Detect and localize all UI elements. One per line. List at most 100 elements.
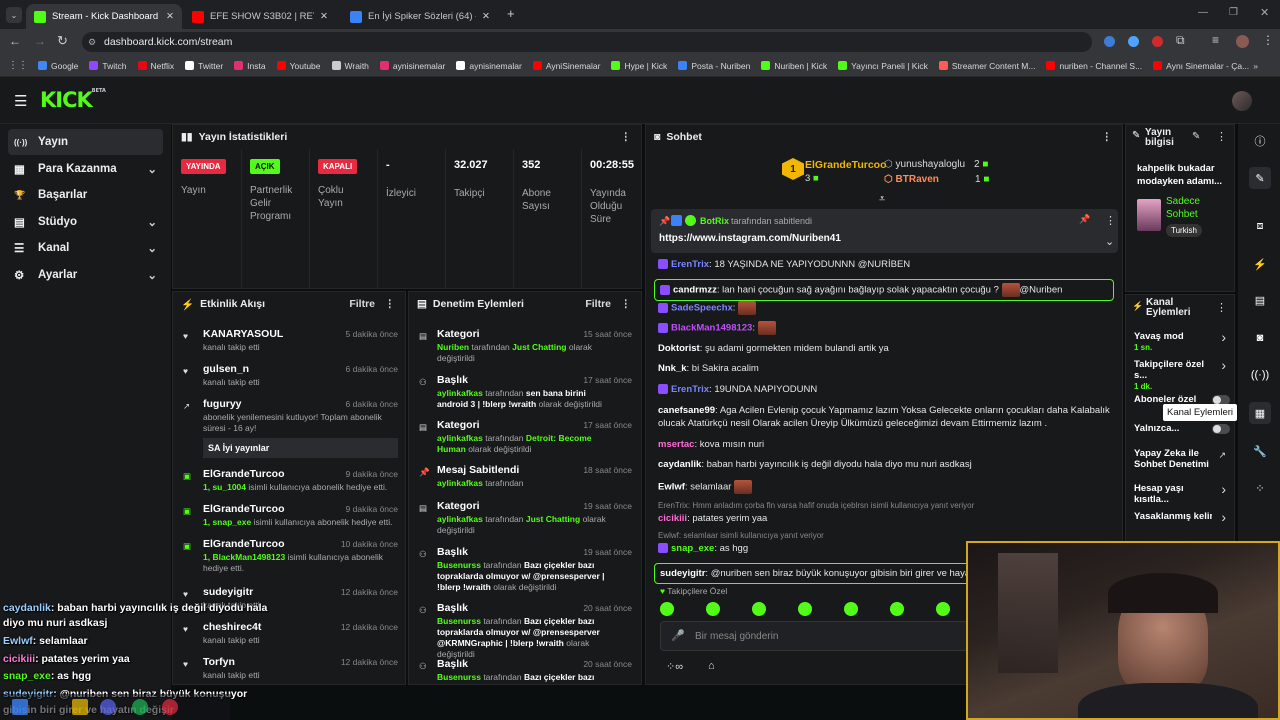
more-options-icon[interactable]: ⋮	[1105, 214, 1116, 227]
chat-username[interactable]: candrmzz	[673, 285, 717, 296]
profile-avatar[interactable]	[1236, 35, 1249, 48]
kick-emote-icon[interactable]	[752, 602, 766, 616]
activity-item[interactable]: ▣ ElGrandeTurcoo 1, su_1004 isimli kullanı…	[183, 468, 398, 493]
sidebar-item-ayarlar[interactable]: ⚙ Ayarlar ⌄	[8, 262, 163, 288]
chat-username[interactable]: snap_exe	[671, 543, 714, 554]
spotify-icon[interactable]	[132, 699, 148, 715]
chat-username[interactable]: canefsane99	[658, 405, 715, 416]
channel-action-item[interactable]: Takipçilere özel s... 1 dk. ›	[1134, 357, 1230, 391]
expand-leaderboard-icon[interactable]: ⩡	[879, 193, 885, 206]
sidebar-item-basarilar[interactable]: 🏆 Başarılar	[8, 182, 163, 208]
chat-message[interactable]: SadeSpeechx:	[658, 301, 1118, 315]
chat-message[interactable]: BlackMan1498123:	[658, 321, 1118, 335]
address-bar[interactable]: ⚙ dashboard.kick.com/stream	[82, 32, 1092, 52]
chat-username[interactable]: Doktorist	[658, 343, 700, 354]
chat-message[interactable]: candrmzz: lan hani çocuğun sağ ayağını b…	[654, 279, 1114, 301]
store-icon[interactable]: ⌂	[708, 660, 715, 672]
chat-username[interactable]: cicikiii	[658, 513, 687, 524]
browser-menu-icon[interactable]: ⋮	[1262, 33, 1274, 47]
filter-button[interactable]: Filtre	[585, 298, 611, 310]
camera-icon[interactable]: ⧈	[1249, 215, 1271, 237]
activity-item[interactable]: ♥ gulsen_n kanalı takip etti 6 dakika önce	[183, 363, 398, 388]
more-options-icon[interactable]: ⋮	[621, 131, 632, 143]
moderation-item[interactable]: ⚇ Başlık Busenurss tarafından Bazı çiçekle…	[417, 658, 632, 683]
kick-logo[interactable]: KICKBETA	[40, 88, 106, 112]
chat-message[interactable]: caydanlik: baban harbi yayıncılık iş değ…	[658, 458, 1118, 471]
toggle-switch[interactable]	[1212, 424, 1230, 434]
bookmark-item[interactable]: Posta - Nuriben	[678, 61, 750, 71]
close-tab-icon[interactable]: ✕	[166, 11, 174, 22]
chat-message[interactable]: msertac: kova mısın nuri	[658, 438, 1118, 451]
sidebar-item-yayin[interactable]: ((·)) Yayın	[8, 129, 163, 155]
chat-message[interactable]: Ewlwf: selamlaar	[658, 480, 1118, 494]
unpin-icon[interactable]: 📌	[1079, 214, 1090, 225]
tab-kick-dashboard[interactable]: Stream - Kick Dashboard ✕	[26, 4, 182, 29]
more-options-icon[interactable]: ⋮	[1216, 301, 1227, 314]
kick-emote-icon[interactable]	[890, 602, 904, 616]
edit-icon[interactable]: ✎	[1192, 131, 1200, 142]
filter-button[interactable]: Filtre	[349, 298, 375, 310]
channel-action-item[interactable]: Yapay Zeka ile Sohbet Denetimi ↗	[1134, 448, 1230, 470]
minimize-window-icon[interactable]: —	[1198, 7, 1208, 18]
bookmark-item[interactable]: AyniSinemalar	[532, 61, 600, 71]
channel-action-item[interactable]: Hesap yaşı kısıtla... ›	[1134, 481, 1230, 505]
chat-username[interactable]: ErenTrix	[671, 384, 709, 395]
apps-grid-icon[interactable]: ⋮⋮	[8, 60, 28, 71]
chat-reply-context[interactable]: ErenTrix: Hmm anladım çorba fln varsa ha…	[658, 499, 1118, 512]
moderation-item[interactable]: ▤ Kategori aylinkafkas tarafından Just Cha…	[417, 500, 632, 536]
bookmark-item[interactable]: nuriben - Channel S...	[1046, 61, 1142, 71]
broadcast-icon[interactable]: ((·))	[1249, 364, 1271, 386]
pencil-icon[interactable]: ✎	[1249, 167, 1271, 189]
chat-username[interactable]: Nnk_k	[658, 363, 687, 374]
bookmark-item[interactable]: Streamer Content M...	[938, 61, 1035, 71]
leaderboard-row[interactable]: ⬡ yunushayaloglu 2 ■	[884, 159, 988, 170]
more-options-icon[interactable]: ⋮	[1216, 130, 1227, 143]
chat-bubble-icon[interactable]: ◙	[1249, 327, 1271, 349]
kick-emote-icon[interactable]	[660, 602, 674, 616]
leaderboard-row[interactable]: ⬡ BTRaven 1 ■	[884, 174, 989, 185]
file-explorer-icon[interactable]	[72, 699, 88, 715]
chat-message[interactable]: ErenTrix: 18 YAŞINDA NE YAPIYODUNNN @NUR…	[658, 258, 1118, 271]
more-options-icon[interactable]: ⋮	[621, 298, 632, 310]
chat-message[interactable]: ErenTrix: 19UNDA NAPIYODUNN	[658, 383, 1118, 396]
channel-action-item[interactable]: Yalnızca...	[1134, 423, 1230, 434]
activity-item[interactable]: ♥ cheshirec4t kanalı takip etti 12 dakika ö…	[183, 621, 398, 646]
kick-emote-icon[interactable]	[706, 602, 720, 616]
obs-icon[interactable]	[162, 699, 178, 715]
chat-username[interactable]: SadeSpeechx	[671, 303, 733, 314]
chevron-down-icon[interactable]: ⌄	[1105, 235, 1114, 248]
lightning-icon[interactable]: ⚡	[1249, 253, 1271, 275]
tab-search-icon[interactable]: ⌄	[6, 7, 22, 23]
chat-username[interactable]: sudeyigitr	[660, 568, 705, 579]
tab-youtube[interactable]: EFE SHOW S3B02 | REYNMEN - ✕	[184, 4, 336, 29]
moderation-item[interactable]: ▤ Kategori Nuriben tarafından Just Chattin…	[417, 328, 632, 364]
bookmark-item[interactable]: Twitter	[185, 61, 223, 71]
site-info-icon[interactable]: ⚙	[88, 32, 96, 52]
new-tab-button[interactable]: +	[507, 6, 515, 21]
activity-item[interactable]: ▣ ElGrandeTurcoo 1, BlackMan1498123 isimli…	[183, 538, 398, 574]
document-icon[interactable]: ▤	[1249, 289, 1271, 311]
back-arrow-icon[interactable]: ←	[9, 34, 21, 48]
info-icon[interactable]: ⓘ	[1249, 130, 1271, 152]
activity-item[interactable]: ▣ ElGrandeTurcoo 1, snap_exe isimli kullan…	[183, 503, 398, 528]
chat-message[interactable]: Doktorist: şu adami gormekten midem bula…	[658, 342, 1118, 355]
chat-message[interactable]: Nnk_k: bi Sakira acalim	[658, 362, 1118, 375]
bookmark-item[interactable]: aynisinemalar	[456, 61, 522, 71]
discord-icon[interactable]	[100, 699, 116, 715]
more-options-icon[interactable]: ⋮	[1102, 131, 1113, 143]
chat-username[interactable]: BlackMan1498123	[671, 323, 752, 334]
user-avatar[interactable]	[1232, 91, 1252, 111]
bookmark-item[interactable]: Hype | Kick	[611, 61, 667, 71]
activity-item[interactable]: ♥ Torfyn kanalı takip etti 12 dakika önce	[183, 656, 398, 681]
kick-emote-icon[interactable]	[936, 602, 950, 616]
bookmark-item[interactable]: Google	[38, 61, 78, 71]
leaderboard-name[interactable]: ElGrandeTurcoo	[805, 159, 886, 171]
bookmark-item[interactable]: Twitch	[89, 61, 127, 71]
bookmark-item[interactable]: Youtube	[276, 61, 321, 71]
chat-message[interactable]: olucak Atatürkçü nesil Olarak acilen Üre…	[658, 417, 1118, 430]
bookmark-item[interactable]: Nuriben | Kick	[761, 61, 827, 71]
forward-arrow-icon[interactable]: →	[34, 34, 46, 48]
chat-username[interactable]: ErenTrix	[671, 259, 709, 270]
tab-quiz[interactable]: En İyi Spiker Sözleri (64) - Quiz ✕	[342, 4, 498, 29]
extension-adblock-icon[interactable]	[1152, 36, 1163, 47]
